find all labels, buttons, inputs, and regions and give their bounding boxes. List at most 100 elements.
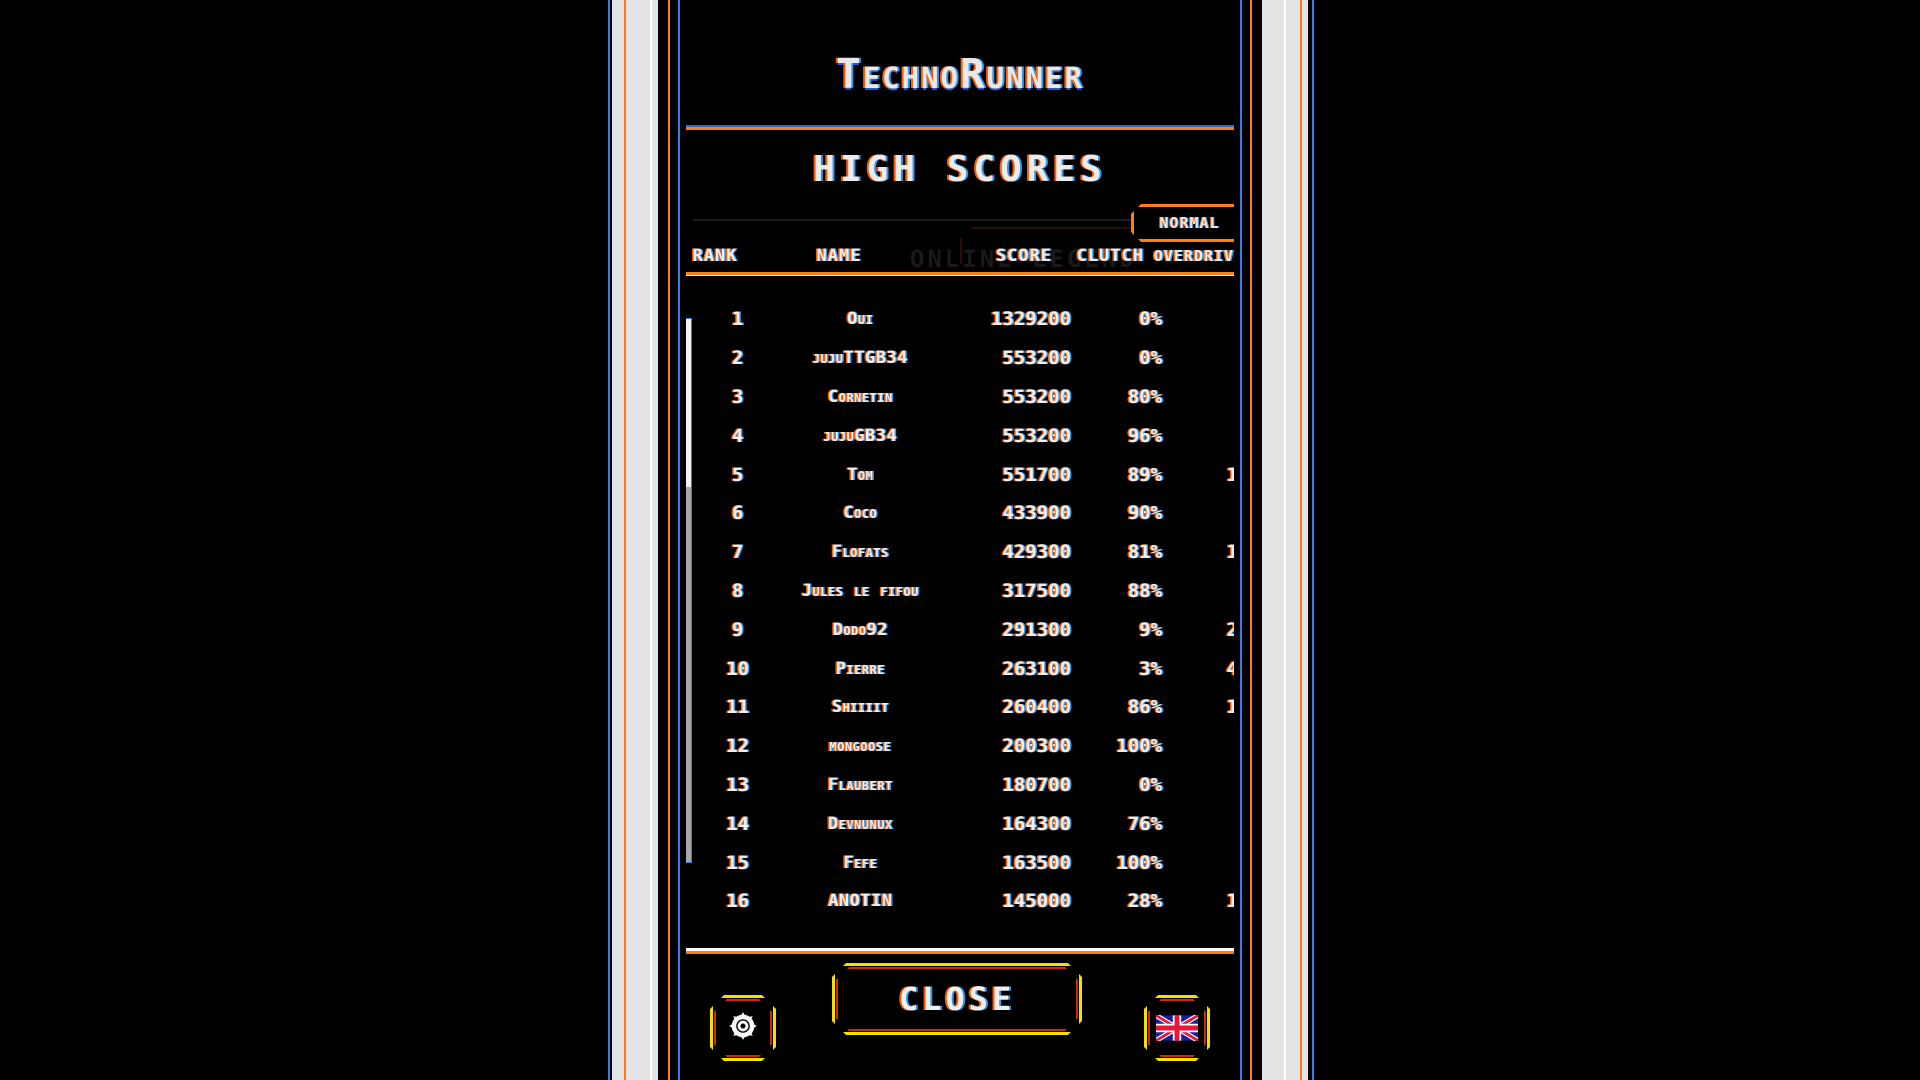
- table-header: RANK NAME SCORE CLUTCH OVERDRIVE: [686, 237, 1234, 275]
- cell-overdrive: 20%: [1162, 619, 1234, 641]
- table-row: 11 Shiiiit 260400 86%10%: [686, 688, 1234, 727]
- column-header-rank: RANK: [692, 246, 738, 266]
- settings-button[interactable]: [710, 995, 776, 1061]
- close-button-label: CLOSE: [898, 980, 1016, 1018]
- cell-score: 180700: [1002, 773, 1072, 796]
- table-row: 3 Cornetin 553200 80%0%: [686, 378, 1234, 417]
- cell-overdrive: 0%: [1162, 502, 1234, 524]
- cell-name: Tom: [847, 464, 874, 485]
- cell-score: 145000: [1002, 890, 1072, 913]
- cell-clutch: 76%: [1127, 812, 1163, 835]
- edge-line-orange-left: [624, 0, 626, 1080]
- cell-rank: 12: [726, 735, 750, 758]
- cell-overdrive: 0%: [1162, 386, 1234, 408]
- cell-clutch: 86%: [1127, 696, 1163, 719]
- cell-overdrive: 10%: [1162, 464, 1234, 486]
- cell-clutch: 89%: [1127, 463, 1163, 486]
- cell-clutch: 90%: [1127, 502, 1163, 525]
- cell-rank: 13: [726, 773, 750, 796]
- cell-name: mongoose: [829, 736, 892, 757]
- cell-overdrive: 40%: [1162, 658, 1234, 680]
- edge-line-white-left: [650, 0, 652, 1080]
- cell-rank: 11: [726, 696, 750, 719]
- cell-rank: 1: [731, 308, 744, 331]
- cell-overdrive: 0%: [1162, 425, 1234, 447]
- cell-score: 163500: [1002, 851, 1072, 874]
- cell-overdrive: 0%: [1162, 580, 1234, 602]
- cell-rank: 2: [731, 347, 744, 370]
- cell-clutch: 100%: [1116, 735, 1163, 758]
- cell-overdrive: 10%: [1162, 696, 1234, 718]
- cell-name: Flaubert: [827, 774, 893, 795]
- table-row: 16 ANOTIN 145000 28%10%: [686, 882, 1234, 921]
- cell-rank: 5: [731, 463, 744, 486]
- cell-rank: 15: [726, 851, 750, 874]
- cell-name: Shiiiit: [831, 697, 889, 718]
- difficulty-label: NORMAL: [1159, 214, 1220, 232]
- table-row: 15 Fefe 163500 100%0%: [686, 843, 1234, 882]
- cell-clutch: 80%: [1127, 385, 1163, 408]
- column-header-overdrive: OVERDRIVE: [1153, 247, 1234, 265]
- cell-score: 200300: [1002, 735, 1072, 758]
- scores-list-container: 1Oui13292000%0%2jujuTTGB345532000%0%3Cor…: [686, 273, 1234, 951]
- cell-name: Oui: [847, 309, 874, 330]
- cell-rank: 10: [726, 657, 750, 680]
- cell-name: jujuTTGB34: [812, 348, 908, 369]
- cell-rank: 8: [731, 579, 744, 602]
- language-button[interactable]: [1144, 995, 1210, 1061]
- edge-line-blue-left: [608, 0, 610, 1080]
- close-button[interactable]: CLOSE: [832, 963, 1082, 1035]
- table-row: 14 Devnunux 164300 76%0%: [686, 804, 1234, 843]
- cell-clutch: 88%: [1127, 579, 1163, 602]
- table-row: 8 Jules le fifou 317500 88%0%: [686, 572, 1234, 611]
- column-header-clutch: CLUTCH: [1076, 246, 1144, 266]
- uk-flag-icon: [1156, 1015, 1198, 1041]
- column-header-name: NAME: [816, 246, 862, 266]
- table-row: 5 Tom 551700 89%10%: [686, 455, 1234, 494]
- cell-rank: 9: [731, 618, 744, 641]
- table-row: 7 Flofats 429300 81%10%: [686, 533, 1234, 572]
- table-row: 12 mongoose 200300 100%0%: [686, 727, 1234, 766]
- cell-score: 433900: [1002, 502, 1072, 525]
- scores-rows: 1Oui13292000%0%2jujuTTGB345532000%0%3Cor…: [686, 300, 1234, 921]
- edge-line-orange-right: [1300, 0, 1302, 1080]
- cell-overdrive: 0%: [1162, 774, 1234, 796]
- cell-overdrive: 10%: [1162, 541, 1234, 563]
- cell-score: 263100: [1002, 657, 1072, 680]
- cell-rank: 4: [731, 424, 744, 447]
- cell-clutch: 100%: [1116, 851, 1163, 874]
- cell-name: Coco: [843, 503, 878, 524]
- cell-overdrive: 10%: [1162, 890, 1234, 912]
- edge-line-blue-right2: [1240, 0, 1242, 1080]
- gear-icon: [726, 1009, 760, 1047]
- table-row: 2 jujuTTGB34 553200 0%0%: [686, 339, 1234, 378]
- cell-name: Cornetin: [827, 386, 893, 407]
- cell-name: Flofats: [831, 542, 889, 563]
- game-viewport: TechnoRunner ONLINE LEGEND PLAY CUSTOMIZ…: [686, 0, 1234, 1080]
- table-row: 10 Pierre 263100 3%40%: [686, 649, 1234, 688]
- edge-line-orange-left2: [668, 0, 670, 1080]
- cell-name: Dodo92: [832, 619, 888, 640]
- cell-overdrive: 0%: [1162, 308, 1234, 330]
- cell-clutch: 3%: [1139, 657, 1163, 680]
- cell-clutch: 9%: [1139, 618, 1163, 641]
- cell-score: 291300: [1002, 618, 1072, 641]
- cell-score: 429300: [1002, 541, 1072, 564]
- cell-clutch: 81%: [1127, 541, 1163, 564]
- cell-name: Fefe: [843, 852, 878, 873]
- table-row: 6 Coco 433900 90%0%: [686, 494, 1234, 533]
- cell-overdrive: 0%: [1162, 735, 1234, 757]
- table-row: 13 Flaubert 180700 0%0%: [686, 766, 1234, 805]
- high-scores-panel: ONLINE LEGEND PLAY CUSTOMIZE QUIT HIGH S…: [686, 127, 1234, 952]
- table-row: 9 Dodo92 291300 9%20%: [686, 610, 1234, 649]
- cell-overdrive: 0%: [1162, 813, 1234, 835]
- cell-clutch: 0%: [1139, 773, 1163, 796]
- cell-score: 553200: [1002, 424, 1072, 447]
- cell-clutch: 0%: [1139, 308, 1163, 331]
- cell-overdrive: 0%: [1162, 347, 1234, 369]
- cell-clutch: 28%: [1127, 890, 1163, 913]
- cell-score: 317500: [1002, 579, 1072, 602]
- arcade-screen: TechnoRunner ONLINE LEGEND PLAY CUSTOMIZ…: [0, 0, 1920, 1080]
- cell-name: jujuGB34: [823, 425, 898, 446]
- table-row: 4 jujuGB34 553200 96%0%: [686, 416, 1234, 455]
